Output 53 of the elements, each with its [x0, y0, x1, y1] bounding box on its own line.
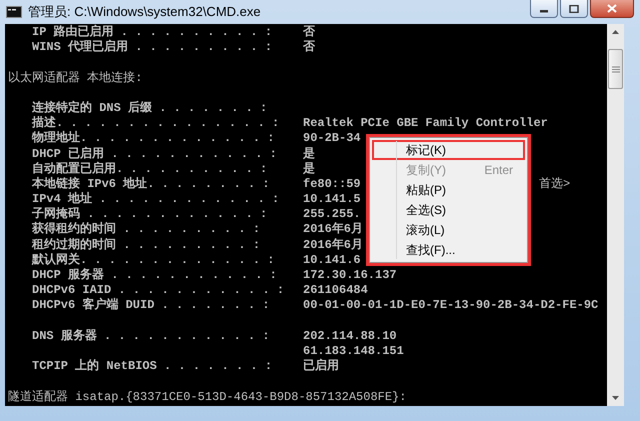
setting-value: 00-01-00-01-1D-E0-7E-13-90-2B-34-D2-FE-9C: [303, 298, 598, 312]
setting-value: 255.255.: [303, 207, 361, 222]
setting-value: 已启用: [303, 359, 339, 374]
setting-value: 是: [303, 146, 315, 160]
setting-value: 61.183.148.151: [303, 344, 404, 358]
maximize-icon: [569, 4, 579, 12]
setting-label: TCPIP 上的 NetBIOS . . . . . . . :: [32, 359, 272, 374]
menu-item[interactable]: 查找(F)...: [372, 240, 525, 260]
section-heading: 隧道适配器 isatap.{83371CE0-513D-4643-B9D8-857132A508FE}:: [7, 390, 406, 405]
setting-label: DHCPv6 客户端 DUID . . . . . . . :: [32, 298, 270, 312]
setting-value: 10.141.5: [303, 192, 361, 206]
setting-label: 物理地址. . . . . . . . . . . . . :: [32, 131, 274, 146]
setting-value: 10.141.6: [303, 252, 361, 267]
setting-label: 连接特定的 DNS 后缀 . . . . . . . :: [32, 100, 268, 115]
setting-label: 租约过期的时间 . . . . . . . . . :: [32, 238, 260, 252]
setting-value: 90-2B-34: [303, 131, 361, 146]
maximize-button[interactable]: [560, 0, 588, 18]
minimize-button[interactable]: [530, 0, 558, 18]
setting-value: 首选>: [539, 176, 570, 192]
setting-label: IP 路由已启用 . . . . . . . . . . :: [32, 25, 272, 39]
setting-label: 获得租约的时间 . . . . . . . . . :: [32, 222, 260, 236]
setting-value: 2016年6月: [303, 238, 364, 252]
setting-label: 默认网关. . . . . . . . . . . . . :: [32, 252, 274, 267]
setting-value: 否: [303, 25, 315, 39]
setting-value: Realtek PCIe GBE Family Controller: [303, 116, 548, 130]
close-button[interactable]: [590, 0, 634, 18]
window-title: 管理员: C:\Windows\system32\CMD.exe: [28, 3, 261, 21]
setting-value: 261106484: [303, 283, 368, 298]
setting-value: fe80::59: [303, 176, 361, 191]
setting-label: 自动配置已启用. . . . . . . . . . :: [32, 162, 268, 176]
setting-value: 否: [303, 40, 315, 54]
grip-icon: [612, 66, 620, 72]
setting-label: 本地链接 IPv6 地址. . . . . . . . :: [32, 176, 270, 191]
menu-item[interactable]: 滚动(L): [372, 220, 525, 240]
setting-value: 2016年6月: [303, 222, 364, 236]
setting-label: 子网掩码 . . . . . . . . . . . . :: [32, 207, 268, 222]
section-heading: 以太网适配器 本地连接:: [7, 70, 142, 86]
setting-label: IPv4 地址 . . . . . . . . . . . . :: [32, 192, 280, 206]
setting-label: DHCPv6 IAID . . . . . . . . . . . :: [32, 283, 284, 298]
setting-label: DHCP 已启用 . . . . . . . . . . . :: [32, 146, 277, 160]
setting-label: DNS 服务器 . . . . . . . . . . . :: [32, 328, 270, 343]
setting-label: 描述. . . . . . . . . . . . . . . :: [32, 116, 280, 130]
menu-item[interactable]: 粘贴(P): [372, 180, 525, 200]
setting-value: 是: [303, 162, 315, 176]
menu-item[interactable]: 全选(S): [372, 200, 525, 220]
setting-value: 172.30.16.137: [303, 268, 397, 282]
setting-label: DHCP 服务器 . . . . . . . . . . . :: [32, 268, 277, 282]
menu-item[interactable]: 标记(K): [372, 140, 525, 160]
console-icon: [6, 6, 22, 18]
scrollbar[interactable]: [607, 24, 624, 406]
setting-value: 202.114.88.10: [303, 328, 397, 343]
setting-label: WINS 代理已启用 . . . . . . . . . :: [32, 40, 272, 54]
close-icon: [607, 4, 617, 13]
